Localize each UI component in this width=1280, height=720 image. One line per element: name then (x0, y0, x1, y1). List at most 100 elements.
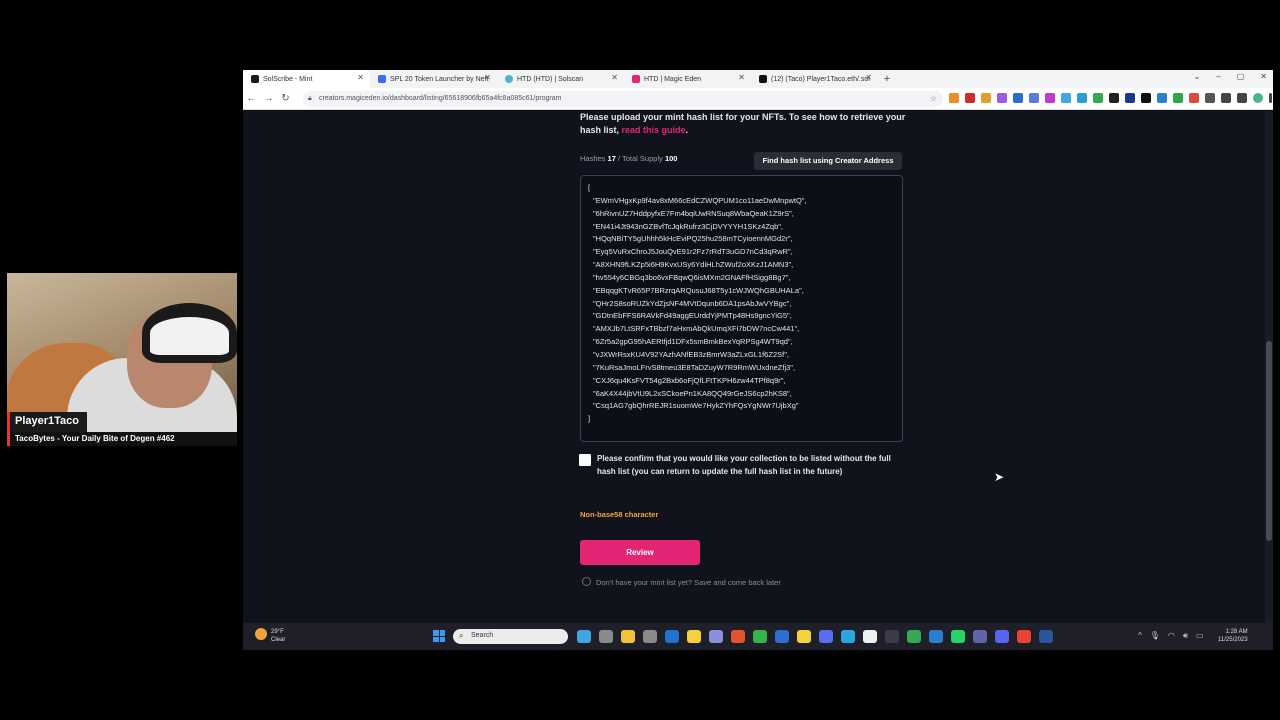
taskbar-app-icon[interactable] (863, 630, 877, 643)
taskbar-app-icon[interactable] (885, 630, 899, 643)
extension-icon[interactable] (1189, 93, 1199, 103)
total-supply-count: 100 (664, 154, 678, 163)
tab-solscan[interactable]: HTD (HTD) | Solscan ✕ (497, 70, 624, 88)
side-panel-icon[interactable] (1237, 93, 1247, 103)
weather-widget[interactable]: 29°F Clear (255, 628, 285, 644)
close-window-icon[interactable]: ✕ (1260, 72, 1267, 81)
taskbar-clock[interactable]: 1:28 AM 11/25/2023 (1218, 628, 1248, 644)
download-icon[interactable] (1221, 93, 1231, 103)
extension-icon[interactable] (1029, 93, 1039, 103)
instructions-period: . (685, 125, 689, 135)
scrollbar-thumb[interactable] (1266, 341, 1272, 541)
profile-avatar-icon[interactable] (1253, 93, 1263, 103)
find-hash-list-button[interactable]: Find hash list using Creator Address (754, 152, 902, 170)
extensions-puzzle-icon[interactable] (1205, 93, 1215, 103)
taskbar-app-icon[interactable] (907, 630, 921, 643)
tray-chevron-icon[interactable]: ^ (1138, 631, 1142, 641)
extension-icon[interactable] (1109, 93, 1119, 103)
save-later-link[interactable]: Don't have your mint list yet? Save and … (582, 577, 781, 587)
close-tab-icon[interactable]: ✕ (357, 73, 364, 82)
weather-temp: 29°F (271, 629, 284, 635)
tab-solscribe[interactable]: SolScribe - Mint ✕ (243, 70, 370, 88)
battery-icon[interactable]: ▭ (1196, 631, 1204, 641)
extension-icon[interactable] (1141, 93, 1151, 103)
close-tab-icon[interactable]: ✕ (738, 73, 745, 82)
extension-icon[interactable] (1013, 93, 1023, 103)
taskbar-app-icon[interactable] (731, 630, 745, 643)
extension-icon[interactable] (1077, 93, 1087, 103)
search-icon: ⌕ (459, 631, 464, 640)
extension-icon[interactable] (997, 93, 1007, 103)
tab-label: SolScribe - Mint (263, 75, 313, 83)
tab-bar: SolScribe - Mint ✕ SPL 20 Token Launcher… (243, 70, 1273, 88)
clock-date: 11/25/2023 (1218, 637, 1248, 643)
extension-icon[interactable] (1093, 93, 1103, 103)
taskbar-app-icon[interactable] (775, 630, 789, 643)
tab-label: (12) (Taco) Player1Taco.eth/.sol (771, 75, 870, 83)
taskbar-app-icon[interactable] (687, 630, 701, 643)
tab-label: SPL 20 Token Launcher by Neft (390, 75, 489, 83)
back-arrow-icon[interactable]: ← (243, 93, 260, 104)
taskbar-app-icon[interactable] (951, 630, 965, 643)
menu-kebab-icon[interactable] (1269, 93, 1272, 103)
hash-line: "6aK4X44jbVtU9L2xSCkoePn1KA8QQ49rGeJS6cp… (593, 388, 792, 398)
taskbar-app-icon[interactable] (929, 630, 943, 643)
windows-start-icon[interactable] (433, 630, 445, 642)
review-button[interactable]: Review (580, 540, 700, 565)
minimize-icon[interactable]: – (1216, 72, 1220, 81)
tab-x-profile[interactable]: (12) (Taco) Player1Taco.eth/.sol ✕ (751, 70, 878, 88)
taskbar-app-icon[interactable] (709, 630, 723, 643)
extension-icon[interactable] (1045, 93, 1055, 103)
taskbar-search[interactable]: ⌕ Search (453, 629, 568, 644)
browser-window: SolScribe - Mint ✕ SPL 20 Token Launcher… (243, 70, 1273, 650)
close-tab-icon[interactable]: ✕ (865, 73, 872, 82)
info-circle-icon (582, 577, 591, 586)
hash-line: "HQqNBiTY5gUhhh5kHcEviPQ25hu258mTCyioenn… (593, 234, 793, 244)
taskbar-app-icon[interactable] (599, 630, 613, 643)
reload-icon[interactable]: ↻ (277, 93, 294, 104)
network-icon[interactable]: ◠ (1168, 631, 1175, 641)
taskbar-app-icon[interactable] (995, 630, 1009, 643)
taskbar-app-icon[interactable] (753, 630, 767, 643)
taskbar-app-icon[interactable] (841, 630, 855, 643)
microphone-icon[interactable]: 🎙︎ (1150, 631, 1160, 641)
extension-icon[interactable] (1061, 93, 1071, 103)
extension-icon[interactable] (1125, 93, 1135, 103)
taskbar-app-icon[interactable] (1017, 630, 1031, 643)
taskbar-app-icon[interactable] (973, 630, 987, 643)
hash-line: "A8XHN9fLKZp5i6H9KvxUSy6YdiHLhZWuf2oXKzJ… (593, 260, 794, 270)
mouse-cursor-icon: ➤ (994, 470, 1005, 484)
metamask-extension-icon[interactable] (949, 93, 959, 103)
hash-count-info: Hashes 17 / Total Supply 100 (580, 154, 677, 163)
taskbar-app-icon[interactable] (819, 630, 833, 643)
volume-icon[interactable]: 🔊︎ (1183, 631, 1188, 641)
new-tab-button[interactable]: + (878, 73, 896, 85)
tab-search-icon[interactable]: ⌄ (1194, 72, 1201, 81)
extension-icon[interactable] (981, 93, 991, 103)
taskbar-app-icon[interactable] (643, 630, 657, 643)
taskbar-app-icon[interactable] (797, 630, 811, 643)
taskbar-app-icon[interactable] (577, 630, 591, 643)
hashes-count: 17 (607, 154, 616, 163)
taskbar-app-icon[interactable] (665, 630, 679, 643)
page-scrollbar[interactable] (1265, 111, 1273, 623)
taskbar-app-icon[interactable] (621, 630, 635, 643)
bookmark-star-icon[interactable]: ☆ (930, 94, 937, 103)
address-bar[interactable]: 🔒︎ creators.magiceden.io/dashboard/listi… (303, 91, 943, 107)
clock-time: 1:28 AM (1225, 629, 1248, 635)
close-tab-icon[interactable]: ✕ (611, 73, 618, 82)
save-later-text: Don't have your mint list yet? Save and … (596, 578, 781, 587)
read-guide-link[interactable]: read this guide (622, 125, 686, 135)
extension-icon[interactable] (1157, 93, 1167, 103)
pdf-extension-icon[interactable] (965, 93, 975, 103)
hash-list-textarea[interactable]: [ "EWmVHgxKp9f4av8xM66cEdCZWQPUM1co11aeD… (580, 175, 903, 442)
maximize-icon[interactable]: ▢ (1237, 72, 1245, 81)
tab-spl20-launcher[interactable]: SPL 20 Token Launcher by Neft ✕ (370, 70, 497, 88)
forward-arrow-icon[interactable]: → (260, 93, 277, 104)
tab-favicon-icon (505, 75, 513, 83)
confirm-checkbox[interactable] (579, 454, 591, 466)
taskbar-app-icon[interactable] (1039, 630, 1053, 643)
extension-icon[interactable] (1173, 93, 1183, 103)
close-tab-icon[interactable]: ✕ (484, 73, 491, 82)
tab-magic-eden[interactable]: HTD | Magic Eden ✕ (624, 70, 751, 88)
